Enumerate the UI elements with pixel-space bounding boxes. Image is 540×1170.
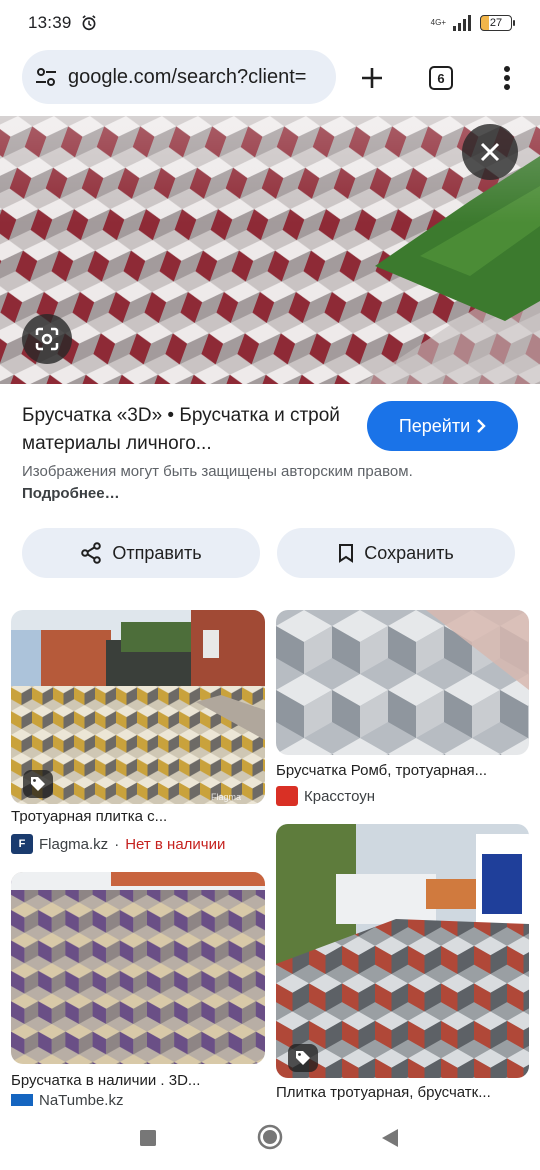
browser-menu-button[interactable] bbox=[487, 58, 527, 98]
related-image-1[interactable]: Flagma bbox=[11, 610, 265, 804]
related-image-2[interactable] bbox=[276, 610, 529, 755]
share-icon bbox=[81, 542, 102, 564]
bookmark-icon bbox=[339, 544, 354, 563]
address-bar[interactable]: google.com/search?client= bbox=[22, 50, 336, 104]
flagma-favicon: F bbox=[11, 834, 33, 854]
related-caption-2[interactable]: Брусчатка Ромб, тротуарная... bbox=[276, 762, 529, 779]
krasstoun-favicon bbox=[276, 786, 298, 806]
related-caption-4[interactable]: Плитка тротуарная, брусчатк... bbox=[276, 1084, 529, 1101]
plus-icon bbox=[362, 68, 382, 88]
main-image[interactable] bbox=[0, 116, 540, 384]
share-label: Отправить bbox=[112, 542, 202, 563]
related-caption-3[interactable]: Брусчатка в наличии . 3D... bbox=[11, 1072, 265, 1089]
close-icon bbox=[480, 142, 500, 162]
system-navigation-bar bbox=[0, 1106, 540, 1170]
visit-label: Перейти bbox=[398, 415, 471, 436]
related-image-3[interactable] bbox=[11, 872, 265, 1064]
red-grey-paving-photo bbox=[276, 824, 529, 1078]
tab-switcher-button[interactable]: 6 bbox=[421, 58, 461, 98]
availability-status: Нет в наличии bbox=[125, 835, 226, 853]
related-caption-1[interactable]: Тротуарная плитка с... bbox=[11, 808, 265, 825]
new-tab-button[interactable] bbox=[352, 58, 392, 98]
result-title[interactable]: Брусчатка «3D» • Брусчатка и строй матер… bbox=[22, 402, 352, 458]
lens-search-button[interactable] bbox=[22, 314, 72, 364]
more-vert-icon bbox=[504, 66, 510, 90]
home-button[interactable] bbox=[257, 1124, 283, 1150]
site-settings-icon[interactable] bbox=[34, 65, 58, 89]
related-source-1[interactable]: F Flagma.kz · Нет в наличии bbox=[11, 834, 225, 854]
signal-icon bbox=[453, 15, 471, 31]
related-source-2[interactable]: Красстоун bbox=[276, 786, 375, 806]
visit-button[interactable]: Перейти bbox=[367, 401, 518, 451]
chevron-right-icon bbox=[477, 419, 486, 433]
back-button[interactable] bbox=[381, 1128, 399, 1148]
related-image-4[interactable] bbox=[276, 824, 529, 1078]
related-source-3[interactable]: NaTumbe.kz bbox=[11, 1094, 123, 1106]
alarm-icon bbox=[82, 15, 96, 31]
save-label: Сохранить bbox=[364, 542, 454, 563]
battery-indicator: 27 bbox=[480, 15, 515, 31]
recents-button[interactable] bbox=[139, 1129, 157, 1147]
product-tag-icon bbox=[288, 1044, 318, 1072]
learn-more-link[interactable]: Подробнее… bbox=[22, 485, 120, 502]
product-tag-icon bbox=[23, 770, 53, 798]
purple-paving-photo bbox=[11, 872, 265, 1064]
share-button[interactable]: Отправить bbox=[22, 528, 260, 578]
image-viewer-screen: 13:39 4G+ 27 google.com/search?client= 6… bbox=[0, 0, 540, 1170]
natumbe-favicon bbox=[11, 1094, 33, 1106]
copyright-notice: Изображения могут быть защищены авторски… bbox=[22, 463, 413, 502]
thumb-watermark: Flagma bbox=[211, 792, 241, 802]
status-time: 13:39 bbox=[28, 13, 72, 32]
url-text[interactable]: google.com/search?client= bbox=[68, 66, 306, 89]
tab-count: 6 bbox=[429, 66, 453, 90]
save-button[interactable]: Сохранить bbox=[277, 528, 515, 578]
paving-photo bbox=[0, 116, 540, 384]
grey-paving-photo bbox=[276, 610, 529, 755]
status-bar: 13:39 4G+ 27 bbox=[0, 0, 540, 46]
network-indicator: 4G+ bbox=[430, 18, 446, 27]
close-viewer-button[interactable] bbox=[462, 124, 518, 180]
lens-icon bbox=[35, 327, 59, 351]
